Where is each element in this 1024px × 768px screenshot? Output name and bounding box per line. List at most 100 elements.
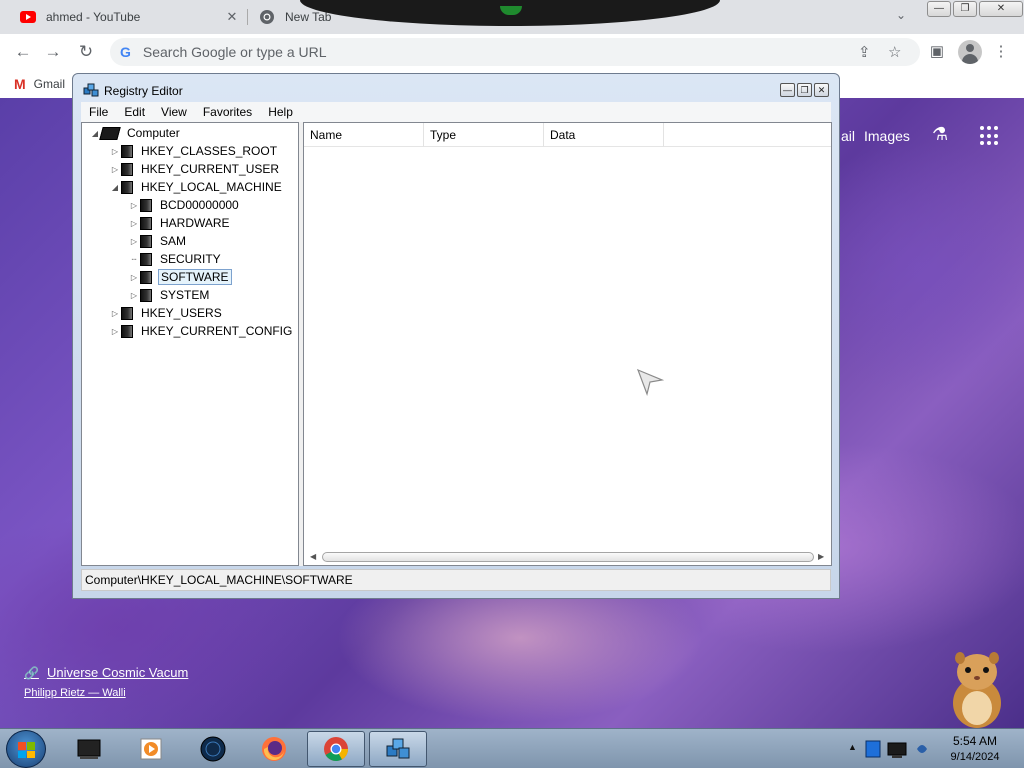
star-icon[interactable]: ☆ — [888, 43, 901, 61]
scroll-left-icon[interactable]: ◀ — [310, 551, 316, 563]
restore-button[interactable]: ❐ — [953, 1, 977, 17]
taskbar-app-globe[interactable] — [184, 731, 242, 767]
start-button[interactable] — [6, 730, 46, 768]
menu-edit[interactable]: Edit — [116, 105, 153, 119]
tree-node-hkcc[interactable]: ▷ HKEY_CURRENT_CONFIG — [110, 322, 294, 340]
taskbar: ▲ 5:54 AM 9/14/2024 — [0, 728, 1024, 768]
tree-node-security[interactable]: ┄ SECURITY — [129, 250, 223, 268]
computer-icon — [99, 126, 121, 140]
images-link[interactable]: Images — [864, 128, 910, 144]
folder-icon — [140, 270, 152, 284]
profile-avatar-icon[interactable] — [958, 40, 982, 64]
collapse-arrow-icon[interactable]: ◢ — [110, 183, 120, 192]
globe-icon — [200, 736, 226, 762]
back-arrow-icon[interactable]: ← — [12, 41, 34, 63]
expand-arrow-icon[interactable]: ▷ — [129, 219, 139, 228]
folder-icon — [121, 144, 133, 158]
menu-bar: File Edit View Favorites Help — [81, 102, 831, 122]
column-header-data[interactable]: Data — [544, 123, 664, 147]
share-icon[interactable]: ⇪ — [858, 43, 871, 61]
tree-node-computer[interactable]: ◢ Computer — [90, 124, 182, 142]
expand-arrow-icon[interactable]: ▷ — [129, 237, 139, 246]
folder-icon — [121, 180, 133, 194]
media-player-icon — [140, 738, 162, 760]
clock-time[interactable]: 5:54 AM — [940, 734, 1010, 748]
maximize-button[interactable]: ❐ — [797, 83, 812, 97]
tree-node-hardware[interactable]: ▷ HARDWARE — [129, 214, 232, 232]
action-center-icon[interactable] — [914, 739, 930, 759]
menu-help[interactable]: Help — [260, 105, 301, 119]
menu-file[interactable]: File — [81, 105, 116, 119]
window-controls: — ❐ ✕ — [927, 1, 1023, 17]
window-titlebar[interactable]: Registry Editor — ❐ ✕ — [73, 74, 839, 104]
background-author-link[interactable]: Philipp Rietz — Walli — [24, 687, 126, 699]
bookmark-gmail[interactable]: M Gmail — [14, 76, 65, 92]
tree-node-hkcr[interactable]: ▷ HKEY_CLASSES_ROOT — [110, 142, 279, 160]
background-credit-link[interactable]: 🔗 Universe Cosmic Vacum — [24, 665, 188, 680]
column-header-name[interactable]: Name — [304, 123, 424, 147]
taskbar-app-firefox[interactable] — [245, 731, 303, 767]
menu-view[interactable]: View — [153, 105, 195, 119]
registry-tree-pane[interactable]: ◢ Computer ▷ HKEY_CLASSES_ROOT ▷ HKEY_CU… — [81, 122, 299, 566]
folder-icon — [140, 288, 152, 302]
expand-arrow-icon[interactable]: ▷ — [110, 309, 120, 318]
tree-line-icon: ┄ — [131, 254, 137, 264]
folder-icon — [121, 306, 133, 320]
chrome-icon — [324, 737, 348, 762]
tree-node-system[interactable]: ▷ SYSTEM — [129, 286, 211, 304]
side-panel-icon[interactable]: ▣ — [927, 42, 947, 62]
taskbar-app-chrome[interactable] — [307, 731, 365, 767]
tree-node-software[interactable]: ▷ SOFTWARE — [129, 268, 232, 286]
firefox-icon — [262, 737, 286, 761]
tab-youtube[interactable]: ahmed - YouTube ✕ — [10, 0, 246, 34]
terminal-icon — [77, 739, 101, 759]
forward-arrow-icon[interactable]: → — [42, 41, 64, 63]
minimize-button[interactable]: — — [780, 83, 795, 97]
tree-node-hklm[interactable]: ◢ HKEY_LOCAL_MACHINE — [110, 178, 284, 196]
network-icon[interactable] — [886, 737, 912, 761]
tree-node-sam[interactable]: ▷ SAM — [129, 232, 188, 250]
tab-title: ahmed - YouTube — [46, 10, 141, 24]
clock-date[interactable]: 9/14/2024 — [940, 751, 1010, 763]
tree-node-bcd[interactable]: ▷ BCD00000000 — [129, 196, 241, 214]
registry-values-pane[interactable]: Name Type Data ◀ ▶ — [303, 122, 832, 566]
tree-node-hku[interactable]: ▷ HKEY_USERS — [110, 304, 224, 322]
expand-arrow-icon[interactable]: ▷ — [129, 201, 139, 210]
taskbar-app-registry-editor[interactable] — [369, 731, 427, 767]
expand-arrow-icon[interactable]: ▷ — [129, 291, 139, 300]
scroll-right-icon[interactable]: ▶ — [818, 551, 824, 563]
tree-node-hkcu[interactable]: ▷ HKEY_CURRENT_USER — [110, 160, 281, 178]
taskbar-app-terminal[interactable] — [60, 731, 118, 767]
show-hidden-icons-icon[interactable]: ▲ — [848, 742, 857, 752]
tray-app-icon[interactable] — [864, 737, 884, 761]
labs-flask-icon[interactable]: ⚗ — [932, 124, 948, 145]
address-input[interactable] — [142, 44, 783, 60]
scrollbar-thumb[interactable] — [322, 552, 814, 562]
column-header-type[interactable]: Type — [424, 123, 544, 147]
apps-grid-icon[interactable] — [980, 126, 1000, 146]
close-tab-icon[interactable]: ✕ — [224, 9, 240, 25]
expand-arrow-icon[interactable]: ▷ — [110, 327, 120, 336]
chrome-icon — [259, 9, 275, 25]
youtube-icon — [20, 9, 36, 25]
menu-favorites[interactable]: Favorites — [195, 105, 260, 119]
column-header-row: Name Type Data — [304, 123, 831, 147]
close-button[interactable]: ✕ — [979, 1, 1023, 17]
taskbar-app-media-player[interactable] — [122, 731, 180, 767]
bookmark-label: Gmail — [33, 77, 66, 91]
gmail-link[interactable]: ail — [841, 128, 855, 144]
status-bar: Computer\HKEY_LOCAL_MACHINE\SOFTWARE — [81, 569, 831, 591]
omnibox[interactable]: G ⇪ ☆ — [110, 38, 920, 66]
minimize-button[interactable]: — — [927, 1, 951, 17]
chevron-down-icon[interactable]: ⌄ — [896, 8, 906, 22]
expand-arrow-icon[interactable]: ▷ — [110, 165, 120, 174]
collapse-arrow-icon[interactable]: ◢ — [90, 129, 100, 138]
horizontal-scrollbar[interactable]: ◀ ▶ — [310, 551, 824, 563]
windows-logo-icon — [18, 742, 35, 758]
expand-arrow-icon[interactable]: ▷ — [110, 147, 120, 156]
window-title: Registry Editor — [104, 84, 183, 98]
reload-icon[interactable]: ↻ — [75, 41, 97, 63]
kebab-menu-icon[interactable]: ⋮ — [991, 42, 1011, 62]
close-button[interactable]: ✕ — [814, 83, 829, 97]
expand-arrow-icon[interactable]: ▷ — [129, 273, 139, 282]
